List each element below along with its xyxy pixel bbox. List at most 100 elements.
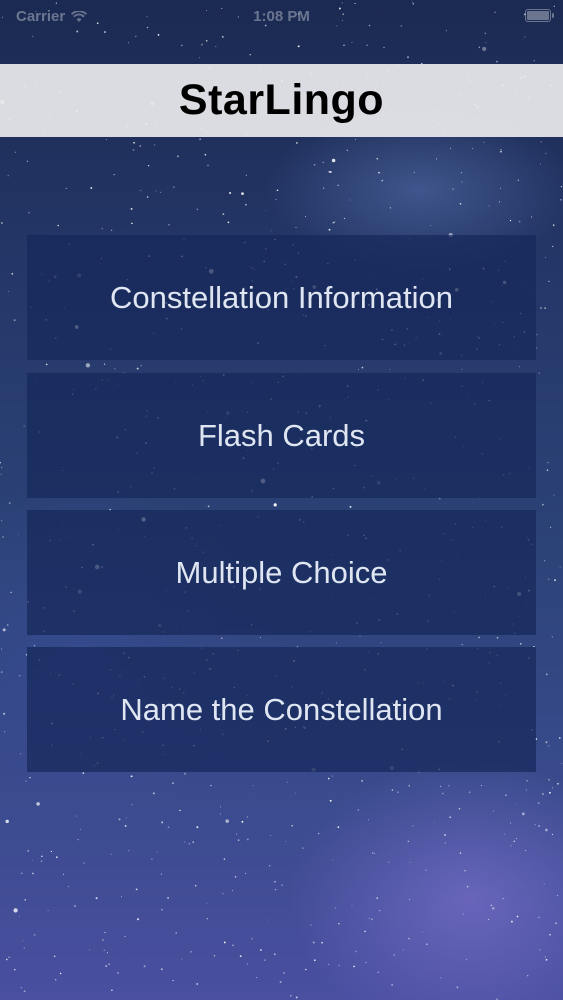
star bbox=[139, 145, 141, 147]
star bbox=[232, 890, 233, 892]
star bbox=[151, 858, 153, 860]
star bbox=[146, 196, 149, 198]
star bbox=[498, 201, 501, 203]
star bbox=[23, 990, 26, 993]
star bbox=[371, 918, 373, 921]
star bbox=[194, 884, 197, 887]
star bbox=[493, 810, 495, 812]
star bbox=[436, 158, 438, 160]
star bbox=[95, 897, 98, 900]
star bbox=[461, 644, 463, 646]
star bbox=[259, 636, 261, 638]
star bbox=[378, 171, 380, 174]
star bbox=[346, 149, 349, 152]
star bbox=[219, 806, 221, 808]
star bbox=[552, 245, 554, 248]
star bbox=[496, 636, 499, 639]
star bbox=[337, 826, 340, 829]
star bbox=[540, 141, 542, 143]
star bbox=[407, 840, 410, 843]
star bbox=[305, 968, 307, 971]
star bbox=[485, 42, 487, 44]
star bbox=[172, 979, 174, 982]
star bbox=[551, 787, 554, 789]
flash-cards-button[interactable]: Flash Cards bbox=[27, 373, 536, 498]
star bbox=[135, 35, 137, 38]
star bbox=[537, 802, 540, 805]
star bbox=[167, 826, 170, 829]
star bbox=[509, 219, 512, 222]
star bbox=[55, 979, 57, 981]
star bbox=[542, 793, 544, 795]
star bbox=[458, 807, 461, 810]
star bbox=[322, 161, 324, 163]
star bbox=[490, 904, 493, 907]
star bbox=[389, 207, 391, 209]
star bbox=[190, 951, 192, 953]
star bbox=[557, 895, 559, 897]
multiple-choice-button[interactable]: Multiple Choice bbox=[27, 510, 536, 635]
star bbox=[488, 205, 490, 207]
star bbox=[246, 838, 249, 841]
star bbox=[5, 819, 9, 824]
star bbox=[223, 858, 226, 860]
star bbox=[210, 784, 212, 787]
star bbox=[133, 141, 136, 144]
star bbox=[540, 307, 542, 309]
star bbox=[205, 39, 208, 42]
star bbox=[549, 933, 551, 936]
star bbox=[517, 179, 519, 181]
star bbox=[45, 363, 48, 366]
star bbox=[40, 860, 43, 863]
star bbox=[331, 158, 336, 163]
star bbox=[381, 179, 384, 182]
star bbox=[241, 192, 244, 196]
star bbox=[176, 155, 179, 158]
star bbox=[539, 949, 541, 951]
star bbox=[103, 363, 106, 365]
star bbox=[222, 893, 224, 895]
star bbox=[0, 473, 2, 475]
star bbox=[329, 799, 332, 802]
constellation-information-button[interactable]: Constellation Information bbox=[27, 235, 536, 360]
star bbox=[10, 591, 12, 594]
star bbox=[461, 368, 463, 370]
status-bar: Carrier 1:08 PM bbox=[0, 0, 563, 34]
star bbox=[168, 224, 170, 226]
star bbox=[538, 825, 540, 827]
star bbox=[328, 228, 331, 231]
star bbox=[502, 897, 504, 900]
star bbox=[273, 503, 277, 507]
star bbox=[80, 829, 81, 830]
star bbox=[402, 949, 404, 951]
star bbox=[505, 794, 507, 797]
star bbox=[219, 813, 222, 815]
star bbox=[388, 861, 390, 863]
star bbox=[41, 855, 43, 858]
star bbox=[8, 956, 10, 958]
status-time: 1:08 PM bbox=[253, 8, 310, 25]
star bbox=[459, 203, 462, 205]
star bbox=[223, 941, 226, 944]
star bbox=[245, 174, 247, 176]
star bbox=[181, 958, 183, 960]
star bbox=[459, 852, 462, 854]
star bbox=[560, 198, 562, 201]
star bbox=[313, 164, 316, 166]
name-the-constellation-button[interactable]: Name the Constellation bbox=[27, 647, 536, 772]
star bbox=[59, 972, 62, 975]
star bbox=[379, 910, 381, 912]
star bbox=[229, 192, 232, 194]
star bbox=[23, 947, 25, 949]
star bbox=[196, 208, 199, 211]
star bbox=[106, 139, 107, 140]
star bbox=[295, 226, 297, 228]
star bbox=[241, 820, 244, 823]
star bbox=[557, 783, 559, 785]
star bbox=[188, 843, 190, 845]
star bbox=[82, 772, 85, 774]
star bbox=[192, 841, 194, 843]
star bbox=[361, 366, 364, 369]
star bbox=[545, 257, 547, 258]
star bbox=[456, 986, 459, 989]
